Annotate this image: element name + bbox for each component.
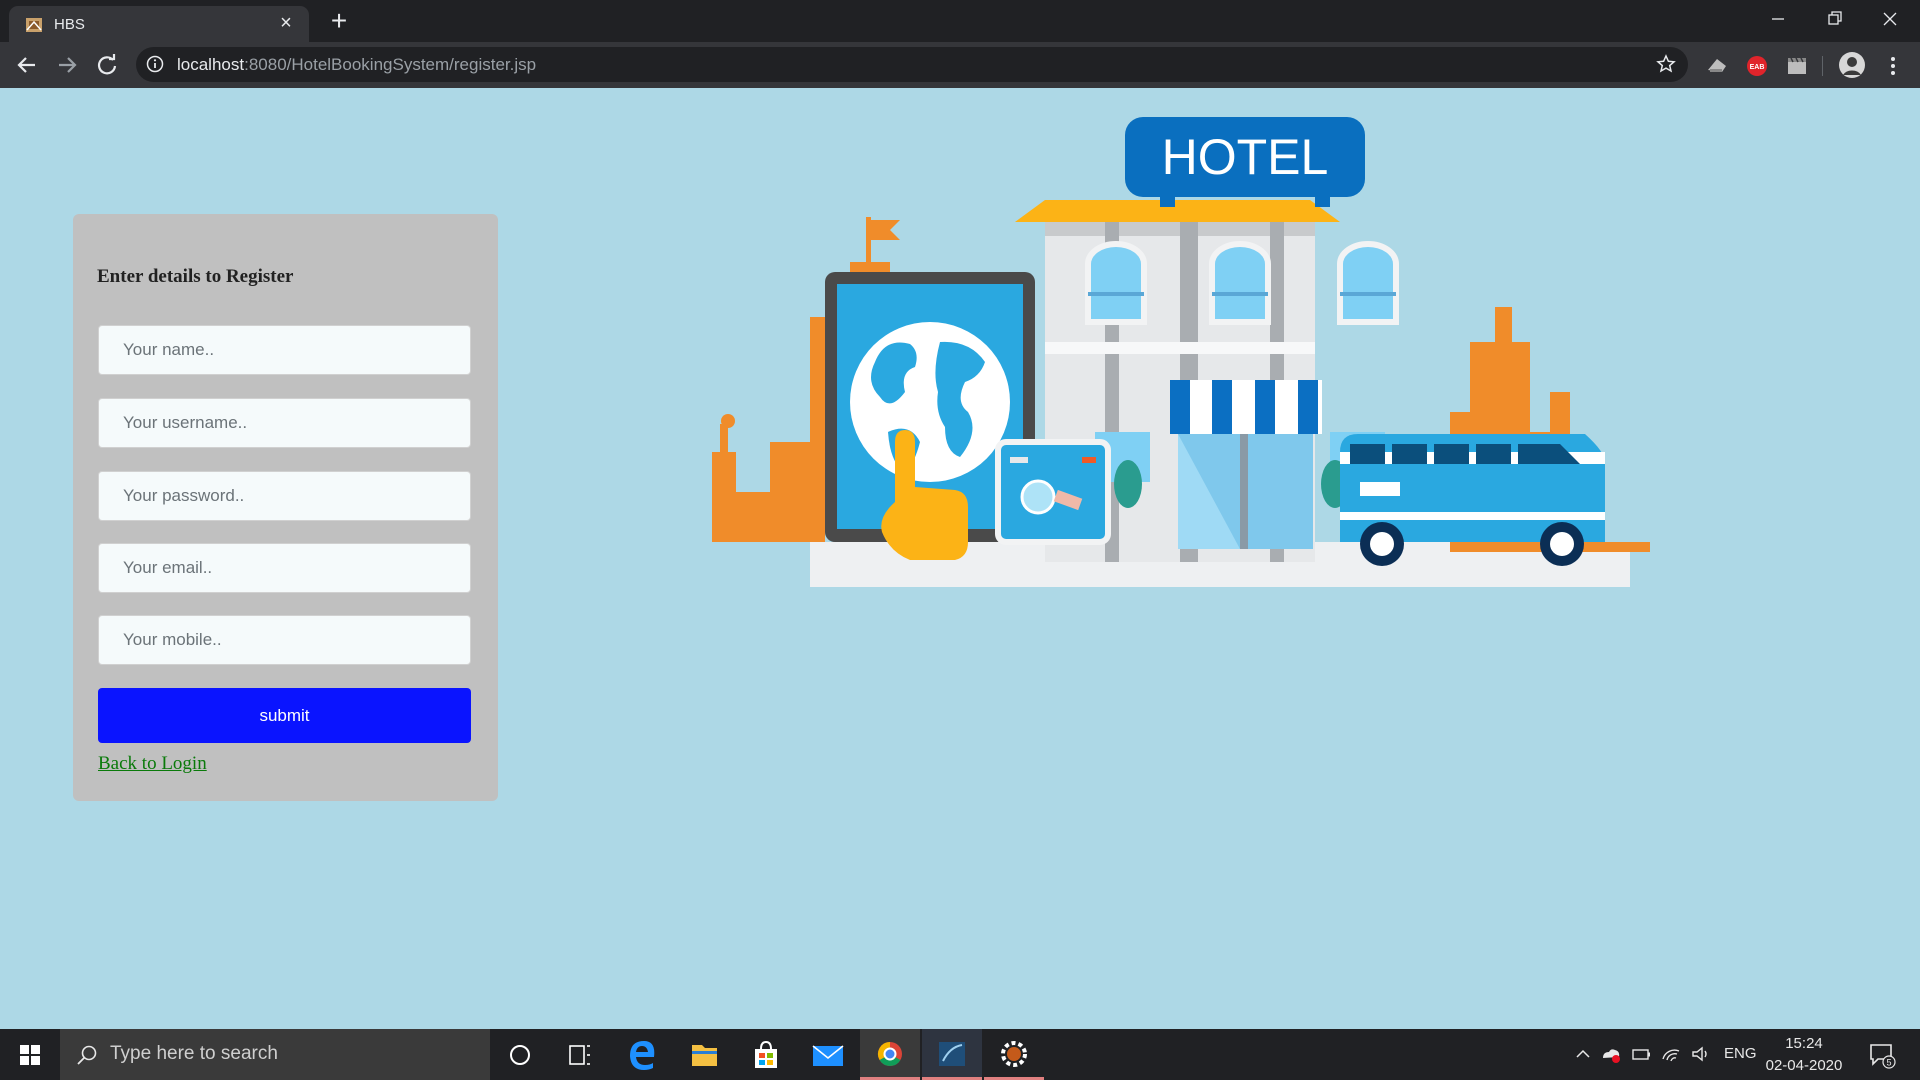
reload-icon[interactable] [91,49,123,81]
windows-icon[interactable] [0,1029,60,1080]
clock-time: 15:24 [1785,1035,1823,1052]
more-icon[interactable] [1880,53,1906,79]
edge-icon[interactable] [612,1029,672,1080]
chevron-up-icon[interactable] [1572,1043,1594,1065]
url-text[interactable]: localhost:8080/HotelBookingSystem/regist… [177,55,536,75]
cortana-icon[interactable] [490,1029,550,1080]
username-input[interactable] [98,398,471,448]
form-heading: Enter details to Register [97,266,294,287]
hotel-sign-text: HOTEL [1162,129,1329,185]
mail-icon[interactable] [798,1029,858,1080]
wifi-icon[interactable] [1660,1043,1682,1065]
extension-icon[interactable] [1704,53,1730,79]
search-icon [77,1045,97,1065]
clock[interactable]: 15:24 02-04-2020 [1764,1033,1844,1077]
browser-tab[interactable]: HBS × [9,6,309,42]
password-input[interactable] [98,471,471,521]
task-view-icon[interactable] [550,1029,610,1080]
store-icon[interactable] [736,1029,796,1080]
clock-date: 02-04-2020 [1765,1057,1843,1074]
tab-strip: HBS × + [0,0,1920,42]
address-bar[interactable]: localhost:8080/HotelBookingSystem/regist… [136,47,1688,82]
adblock-icon[interactable]: EAB [1744,53,1770,79]
search-placeholder: Type here to search [110,1043,278,1064]
hotel-illustration: HOTEL [712,117,1650,587]
taskbar-search[interactable]: Type here to search [60,1029,490,1080]
minimize-icon[interactable] [1750,0,1806,40]
name-input[interactable] [98,325,471,375]
email-input[interactable] [98,543,471,593]
tab-title: HBS [54,16,85,33]
app-icon[interactable] [922,1029,982,1080]
forward-arrow-icon[interactable] [51,49,83,81]
svg-text:EAB: EAB [1750,64,1765,71]
star-icon[interactable] [1656,54,1676,74]
browser-toolbar: localhost:8080/HotelBookingSystem/regist… [0,42,1920,88]
notification-count: 5 [1886,1058,1891,1068]
register-form: Enter details to Register submit Back to… [73,214,498,801]
settings-app-icon[interactable] [984,1029,1044,1080]
back-arrow-icon[interactable] [11,49,43,81]
language-indicator[interactable]: ENG [1724,1045,1757,1062]
taskbar: Type here to search ENG 15:24 02-04-2020… [0,1029,1920,1080]
restore-icon[interactable] [1806,0,1862,40]
submit-button[interactable]: submit [98,688,471,743]
notification-icon[interactable]: 5 [1868,1041,1896,1069]
browser-window: HBS × + localhost:8080/HotelBookingSyste… [0,0,1920,88]
plus-icon[interactable]: + [325,7,353,36]
url-path: :8080/HotelBookingSystem/register.jsp [244,55,537,74]
info-icon[interactable] [146,55,164,73]
avatar-icon[interactable] [1838,51,1866,79]
volume-icon[interactable] [1690,1043,1712,1065]
close-icon[interactable]: × [275,12,297,34]
favicon-icon [26,18,42,32]
url-host: localhost [177,55,245,74]
battery-icon[interactable] [1630,1043,1652,1065]
chrome-icon[interactable] [860,1029,920,1080]
toolbar-divider [1822,56,1823,76]
clapperboard-icon[interactable] [1784,53,1810,79]
back-to-login-link[interactable]: Back to Login [98,753,207,775]
folder-icon[interactable] [674,1029,734,1080]
network-icon[interactable] [1600,1043,1622,1065]
mobile-input[interactable] [98,615,471,665]
close-window-icon[interactable] [1862,0,1918,40]
